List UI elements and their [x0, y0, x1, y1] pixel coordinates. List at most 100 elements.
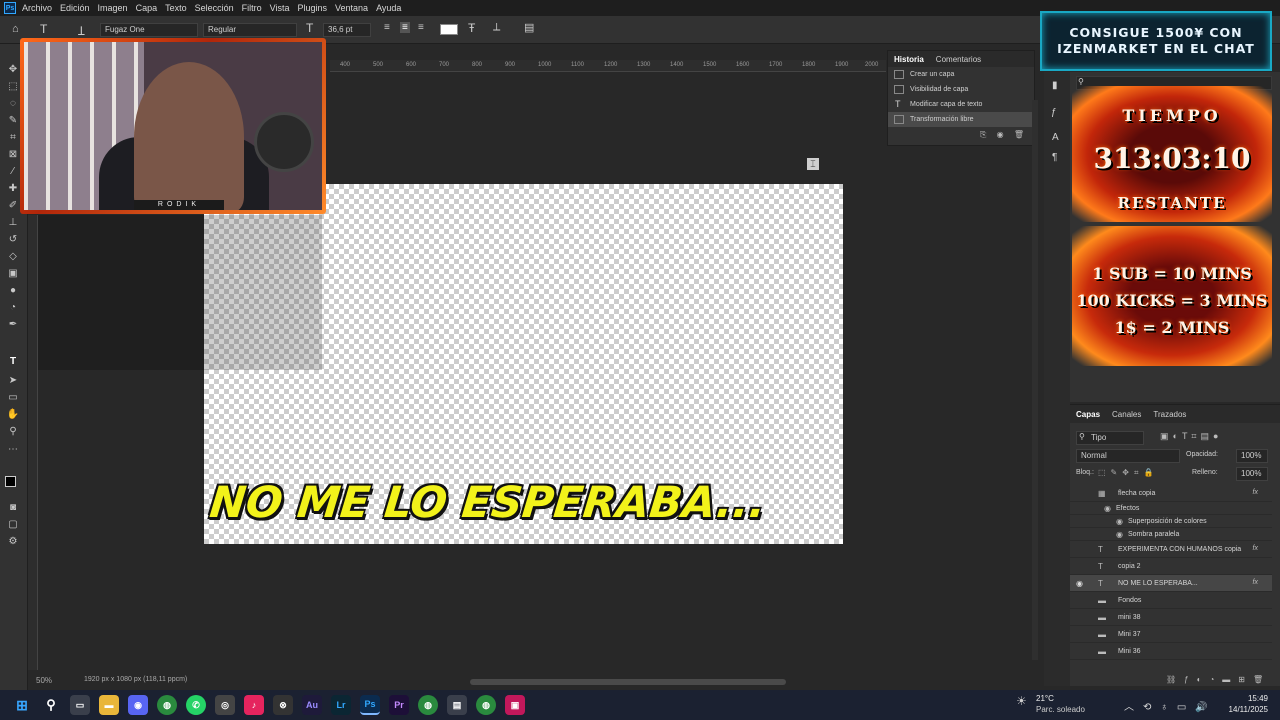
text-tool-preset-icon[interactable]: T	[40, 22, 47, 36]
layer-filter-select[interactable]: Tipo	[1076, 431, 1144, 445]
layer-effect-item[interactable]: ◉ Superposición de colores	[1070, 515, 1272, 528]
menu-vista[interactable]: Vista	[270, 3, 290, 13]
menu-capa[interactable]: Capa	[136, 3, 158, 13]
chrome-icon[interactable]: ◍	[157, 695, 177, 715]
character-icon[interactable]: A	[1052, 132, 1059, 143]
chrome-icon[interactable]: ◍	[418, 695, 438, 715]
align-center-icon[interactable]: ≡	[400, 22, 410, 33]
frame-tool-icon[interactable]: ⊠	[6, 149, 20, 161]
history-item[interactable]: Visibilidad de capa	[888, 82, 1034, 97]
layer-effects-row[interactable]: ◉ Efectos	[1070, 502, 1272, 515]
font-size-field[interactable]: 36,6 pt	[323, 23, 371, 37]
weather-icon[interactable]: ☀	[1016, 694, 1027, 708]
menu-texto[interactable]: Texto	[165, 3, 187, 13]
font-style-select[interactable]: Regular	[203, 23, 297, 37]
lock-icons[interactable]: ⬚✎✥⌗🔒	[1098, 468, 1158, 478]
layer-group-row[interactable]: ▬ Fondos	[1070, 592, 1272, 609]
type-tool-icon[interactable]: T	[6, 356, 20, 368]
clock-time[interactable]: 15:49	[1232, 694, 1268, 703]
edit-toolbar-icon[interactable]: ⚙	[6, 536, 20, 548]
eye-icon[interactable]: ◉	[1116, 517, 1123, 526]
tab-historia[interactable]: Historia	[888, 55, 930, 64]
menu-plugins[interactable]: Plugins	[298, 3, 328, 13]
discord-icon[interactable]: ◉	[128, 695, 148, 715]
layer-fx-icon[interactable]: fx	[1253, 579, 1258, 586]
crop-tool-icon[interactable]: ⌗	[6, 132, 20, 144]
layer-effect-item[interactable]: ◉ Sombra paralela	[1070, 528, 1272, 541]
pen-tool-icon[interactable]: ✒	[6, 319, 20, 331]
comments-icon[interactable]: ▮	[1052, 80, 1058, 91]
history-item[interactable]: Crear un capa	[888, 67, 1034, 82]
healing-tool-icon[interactable]: ✚	[6, 183, 20, 195]
premiere-icon[interactable]: Pr	[389, 695, 409, 715]
character-panel-icon[interactable]: ▤	[524, 21, 534, 34]
file-explorer-icon[interactable]: ▬	[99, 695, 119, 715]
menu-ventana[interactable]: Ventana	[335, 3, 368, 13]
eye-icon[interactable]: ◉	[1116, 530, 1123, 539]
tab-capas[interactable]: Capas	[1070, 410, 1106, 419]
trash-icon[interactable]: 🗑	[1014, 130, 1024, 139]
app-red-icon[interactable]: ▣	[505, 695, 525, 715]
tab-trazados[interactable]: Trazados	[1147, 410, 1192, 419]
history-item[interactable]: T Modificar capa de texto	[888, 97, 1034, 112]
history-brush-icon[interactable]: ↺	[6, 234, 20, 246]
tab-comentarios[interactable]: Comentarios	[930, 55, 987, 64]
quick-mask-icon[interactable]: ◙	[6, 502, 20, 514]
brush-tool-icon[interactable]: ✐	[6, 200, 20, 212]
photoshop-taskbar-icon[interactable]: Ps	[360, 695, 380, 715]
rectangle-tool-icon[interactable]: ▭	[6, 392, 20, 404]
layer-filter-icons[interactable]: ▣◐T⌗▤●	[1160, 431, 1222, 442]
chrome-icon[interactable]: ◍	[476, 695, 496, 715]
menu-archivo[interactable]: Archivo	[22, 3, 52, 13]
layer-row-selected[interactable]: ◉ T NO ME LO ESPERABA... fx	[1070, 575, 1272, 592]
system-tray-icons[interactable]: ︿⟲♁▭🔊	[1124, 698, 1217, 713]
warp-text-icon[interactable]: Ŧ	[468, 21, 475, 35]
more-tools-icon[interactable]: ⋯	[6, 444, 20, 456]
zoom-tool-icon[interactable]: ⚲	[6, 426, 20, 438]
search-icon[interactable]: ⚲	[41, 695, 61, 715]
font-family-select[interactable]: Fugaz One	[100, 23, 198, 37]
hand-tool-icon[interactable]: ✋	[6, 409, 20, 421]
screen-mode-icon[interactable]: ▢	[6, 519, 20, 531]
eye-icon[interactable]: ◉	[1104, 504, 1111, 513]
terminal-icon[interactable]: ▤	[447, 695, 467, 715]
paragraph-icon[interactable]: ¶	[1052, 152, 1057, 163]
horizontal-scrollbar[interactable]	[470, 679, 786, 685]
quick-select-tool-icon[interactable]: ✎	[6, 115, 20, 127]
dodge-tool-icon[interactable]: ◔	[6, 302, 20, 314]
history-item-selected[interactable]: Transformación libre	[888, 112, 1034, 127]
layer-group-row[interactable]: ▬ mini 38	[1070, 609, 1272, 626]
foreground-color-swatch[interactable]	[5, 476, 16, 487]
capcut-icon[interactable]: ⊗	[273, 695, 293, 715]
text-color-swatch[interactable]	[440, 24, 458, 35]
layer-group-row[interactable]: ▬ Mini 36	[1070, 643, 1272, 660]
menu-ayuda[interactable]: Ayuda	[376, 3, 401, 13]
tab-canales[interactable]: Canales	[1106, 410, 1147, 419]
3d-icon[interactable]: ⟂	[493, 21, 500, 34]
zoom-level[interactable]: 50%	[36, 676, 52, 685]
menu-edicion[interactable]: Edición	[60, 3, 90, 13]
app-icon[interactable]: ◎	[215, 695, 235, 715]
fx-icon[interactable]: ƒ	[1051, 107, 1057, 118]
blur-tool-icon[interactable]: ●	[6, 285, 20, 297]
eye-icon[interactable]: ◉	[1076, 579, 1083, 588]
lightroom-icon[interactable]: Lr	[331, 695, 351, 715]
align-right-icon[interactable]: ≡	[418, 22, 424, 33]
layer-fx-icon[interactable]: fx	[1253, 545, 1258, 552]
whatsapp-icon[interactable]: ✆	[186, 695, 206, 715]
layer-group-row[interactable]: ▬ Mini 37	[1070, 626, 1272, 643]
marquee-tool-icon[interactable]: ⬚	[6, 81, 20, 93]
eraser-tool-icon[interactable]: ◇	[6, 251, 20, 263]
lasso-tool-icon[interactable]: ◌	[6, 98, 20, 110]
stamp-tool-icon[interactable]: ⊥	[6, 217, 20, 229]
opacity-field[interactable]: 100%	[1236, 449, 1268, 463]
audition-icon[interactable]: Au	[302, 695, 322, 715]
new-document-icon[interactable]: ⎘	[980, 130, 986, 139]
gradient-tool-icon[interactable]: ▣	[6, 268, 20, 280]
menu-seleccion[interactable]: Selección	[195, 3, 234, 13]
menu-imagen[interactable]: Imagen	[98, 3, 128, 13]
blend-mode-select[interactable]: Normal	[1076, 449, 1180, 463]
clock-date[interactable]: 14/11/2025	[1222, 705, 1268, 714]
task-view-icon[interactable]: ▭	[70, 695, 90, 715]
vertical-scrollbar[interactable]	[1032, 100, 1038, 660]
